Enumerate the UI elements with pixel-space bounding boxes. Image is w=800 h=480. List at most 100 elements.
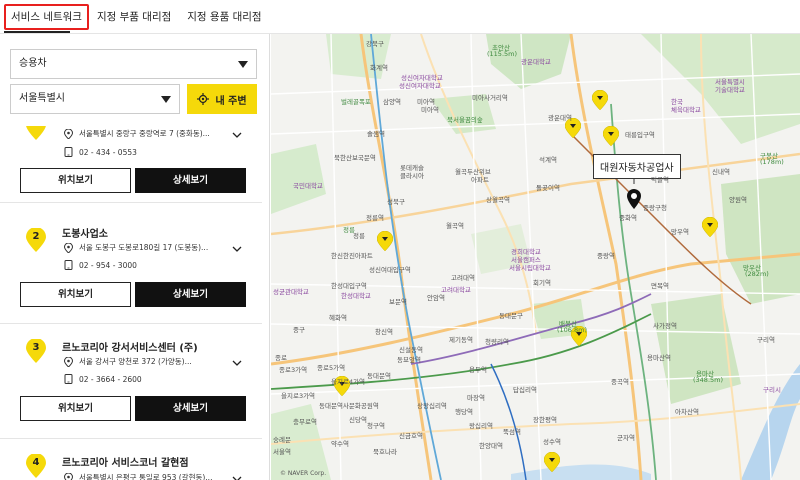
map-label: 약수역 [331, 440, 349, 448]
view-detail-button[interactable]: 상세보기 [135, 396, 246, 421]
map-label: 중랑구청 [643, 204, 667, 212]
map-label: 아차산역 [675, 408, 699, 416]
shop-tel: 02 - 954 - 3000 [79, 260, 137, 270]
chevron-down-icon[interactable] [232, 359, 242, 367]
map-label: 중구 [293, 326, 305, 334]
map-label: 한양대역 [479, 442, 503, 450]
map-label: 성신여대입구역 [369, 266, 411, 274]
tab-parts-dealer[interactable]: 지정 부품 대리점 [89, 4, 179, 30]
map-view[interactable]: 대원자동차공업사 초안산 (115.5m) 강북구 화계역 성신여자대학교 미아… [271, 34, 800, 480]
map-label: 북서울꿈의숲 [447, 116, 483, 124]
map-label: 정릉역 [366, 214, 384, 222]
map-label: 월곡역 [446, 222, 464, 230]
map-label: 신내역 [712, 168, 730, 176]
map-label: 군자역 [617, 434, 635, 442]
map-label: 화계역 [370, 64, 388, 72]
vehicle-type-value: 승용차 [19, 58, 47, 69]
map-label: 성균관대학교 [273, 288, 309, 296]
map-label: 을지로4가역 [331, 378, 366, 386]
map-label: 성수역 [543, 438, 561, 446]
shop-name: 도봉사업소 [62, 229, 108, 240]
view-detail-button[interactable]: 상세보기 [135, 282, 246, 307]
map-label: 충무로역 [293, 418, 317, 426]
map-shop-pin-icon[interactable] [592, 90, 608, 110]
map-label: 종로5가역 [317, 364, 346, 372]
shop-tel-row: 02 - 434 - 0553 [64, 147, 137, 157]
shop-address: 서울특별시 중랑구 중랑역로 7 (중화동)... [79, 129, 210, 138]
map-label: 동대문구 [499, 312, 523, 320]
map-label: (106.8m) [557, 326, 588, 334]
map-label: 을지로3가역 [281, 392, 316, 400]
map-label: 왕십리역 [469, 422, 493, 430]
map-label: 성신여자대학교 [399, 82, 441, 90]
map-label: 뚝섬역 [503, 428, 521, 436]
tab-service-network[interactable]: 서비스 네트워크 [4, 3, 89, 30]
map-shop-pin-icon[interactable] [702, 217, 718, 237]
shop-address: 서울 도봉구 도봉로180길 17 (도봉동)... [79, 243, 209, 252]
chevron-down-icon[interactable] [232, 245, 242, 253]
location-icon [64, 128, 73, 139]
map-shop-pin-icon[interactable] [603, 126, 619, 146]
shop-address: 서울 강서구 양천로 372 (가양동)... [79, 357, 192, 366]
phone-icon [64, 374, 73, 384]
shop-tel-row: 02 - 954 - 3000 [64, 260, 137, 270]
map-label: 용마산역 [647, 354, 671, 362]
shop-number: 2 [32, 231, 40, 242]
active-tab-underline [4, 31, 70, 33]
chevron-down-icon [161, 96, 171, 103]
app-root: 서비스 네트워크 지정 부품 대리점 지정 용품 대리점 승용차 서울특별시 내… [0, 0, 800, 480]
map-label: 벌레골폭포 [341, 98, 371, 106]
map-label: 먹골역 [651, 176, 669, 184]
map-label: 정릉 [353, 232, 365, 240]
near-me-button[interactable]: 내 주변 [187, 84, 257, 114]
shop-address-row: 서울특별시 중랑구 중랑역로 7 (중화동)... [64, 128, 210, 139]
map-label: 숭례문 [273, 436, 291, 444]
map-label: 돌곶이역 [536, 184, 560, 192]
map-label: 서울역 [273, 448, 291, 456]
map-label: 한성대입구역 [331, 282, 367, 290]
view-location-button[interactable]: 위치보기 [20, 168, 131, 193]
shop-card-4: 4 르노코리아 서비스코너 갈현점 서울특별시 은평구 통일로 953 (갈현동… [0, 439, 262, 480]
map-pin-icon: 2 [26, 227, 46, 252]
map-label: 양원역 [729, 196, 747, 204]
map-label: 신당역 [349, 416, 367, 424]
map-label: 고려대역 [451, 274, 475, 282]
map-label: 미아역 [421, 106, 439, 114]
map-credit: © NAVER Corp. [280, 470, 327, 477]
map-label: (282m) [745, 270, 769, 278]
map-label: 묵호나라 [373, 448, 397, 456]
map-label: 국민대학교 [293, 182, 323, 190]
map-label: 보문역 [389, 298, 407, 306]
map-shop-pin-icon[interactable] [377, 231, 393, 251]
map-label: 신금호역 [399, 432, 423, 440]
map-label: 기술대학교 [715, 86, 745, 94]
map-label: 삼양역 [383, 98, 401, 106]
map-label: 고려대학교 [441, 286, 471, 294]
shop-name: 르노코리아 강서서비스센터 (주) [62, 343, 198, 354]
map-label: 행당역 [455, 408, 473, 416]
region-select[interactable]: 서울특별시 [10, 84, 180, 114]
map-label: 광운대역 [548, 114, 572, 122]
map-label: 한성대학교 [341, 292, 371, 300]
vehicle-type-select[interactable]: 승용차 [10, 49, 257, 79]
shop-address-row: 서울특별시 은평구 통일로 953 (갈현동)... [64, 472, 212, 480]
map-label: 상월곡역 [486, 196, 510, 204]
map-label: 미아사거리역 [472, 94, 508, 102]
map-pin-icon: 4 [26, 453, 46, 478]
phone-icon [64, 260, 73, 270]
map-label: 북한산보국문역 [334, 154, 376, 162]
tab-accessory-dealer[interactable]: 지정 용품 대리점 [179, 4, 269, 30]
location-icon [64, 472, 73, 480]
map-shop-pin-icon[interactable] [544, 452, 560, 472]
view-detail-button[interactable]: 상세보기 [135, 168, 246, 193]
map-label: (348.5m) [693, 376, 724, 384]
chevron-down-icon[interactable] [232, 475, 242, 480]
view-location-button[interactable]: 위치보기 [20, 282, 131, 307]
shop-address: 서울특별시 은평구 통일로 953 (갈현동)... [79, 473, 213, 480]
map-label: 면목역 [651, 282, 669, 290]
map-label: 종로 [275, 354, 287, 362]
map-label: 제기동역 [449, 336, 473, 344]
chevron-down-icon[interactable] [232, 131, 242, 139]
view-location-button[interactable]: 위치보기 [20, 396, 131, 421]
map-label: (115.5m) [487, 50, 518, 58]
